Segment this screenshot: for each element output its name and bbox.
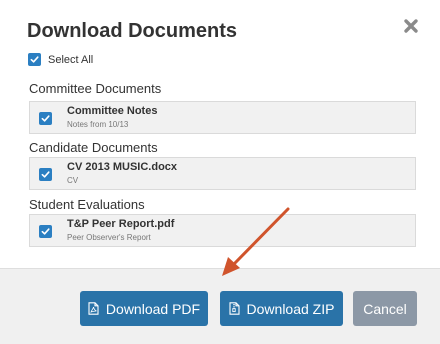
item-name: Committee Notes [67, 105, 158, 117]
item-subtitle: CV [67, 176, 79, 185]
download-zip-label: Download ZIP [246, 300, 335, 317]
cancel-label: Cancel [363, 300, 407, 317]
close-icon[interactable] [401, 16, 421, 36]
select-all-label: Select All [48, 53, 94, 66]
download-pdf-button[interactable]: Download PDF [80, 291, 208, 326]
item-name: T&P Peer Report.pdf [67, 218, 175, 230]
zip-file-icon [228, 302, 240, 315]
section-title-committee-documents: Committee Documents [29, 81, 162, 96]
select-all-checkbox[interactable] [28, 53, 41, 66]
pdf-file-icon [88, 302, 99, 315]
list-item-cv-2013-music[interactable]: CV 2013 MUSIC.docx CV [29, 157, 416, 190]
cancel-button[interactable]: Cancel [353, 291, 417, 326]
download-zip-button[interactable]: Download ZIP [220, 291, 343, 326]
download-documents-modal: Download Documents Select All Committee … [0, 0, 440, 344]
section-title-candidate-documents: Candidate Documents [29, 140, 158, 155]
item-name: CV 2013 MUSIC.docx [67, 161, 178, 173]
section-title-student-evaluations: Student Evaluations [29, 197, 145, 212]
item-subtitle: Peer Observer's Report [67, 233, 151, 242]
select-all-row[interactable]: Select All [28, 53, 93, 66]
item-checkbox[interactable] [39, 225, 52, 238]
download-pdf-label: Download PDF [105, 300, 201, 317]
list-item-committee-notes[interactable]: Committee Notes Notes from 10/13 [29, 101, 416, 134]
modal-title: Download Documents [27, 20, 238, 42]
item-checkbox[interactable] [39, 112, 52, 125]
list-item-tp-peer-report[interactable]: T&P Peer Report.pdf Peer Observer's Repo… [29, 214, 416, 247]
item-subtitle: Notes from 10/13 [67, 120, 129, 129]
item-checkbox[interactable] [39, 168, 52, 181]
